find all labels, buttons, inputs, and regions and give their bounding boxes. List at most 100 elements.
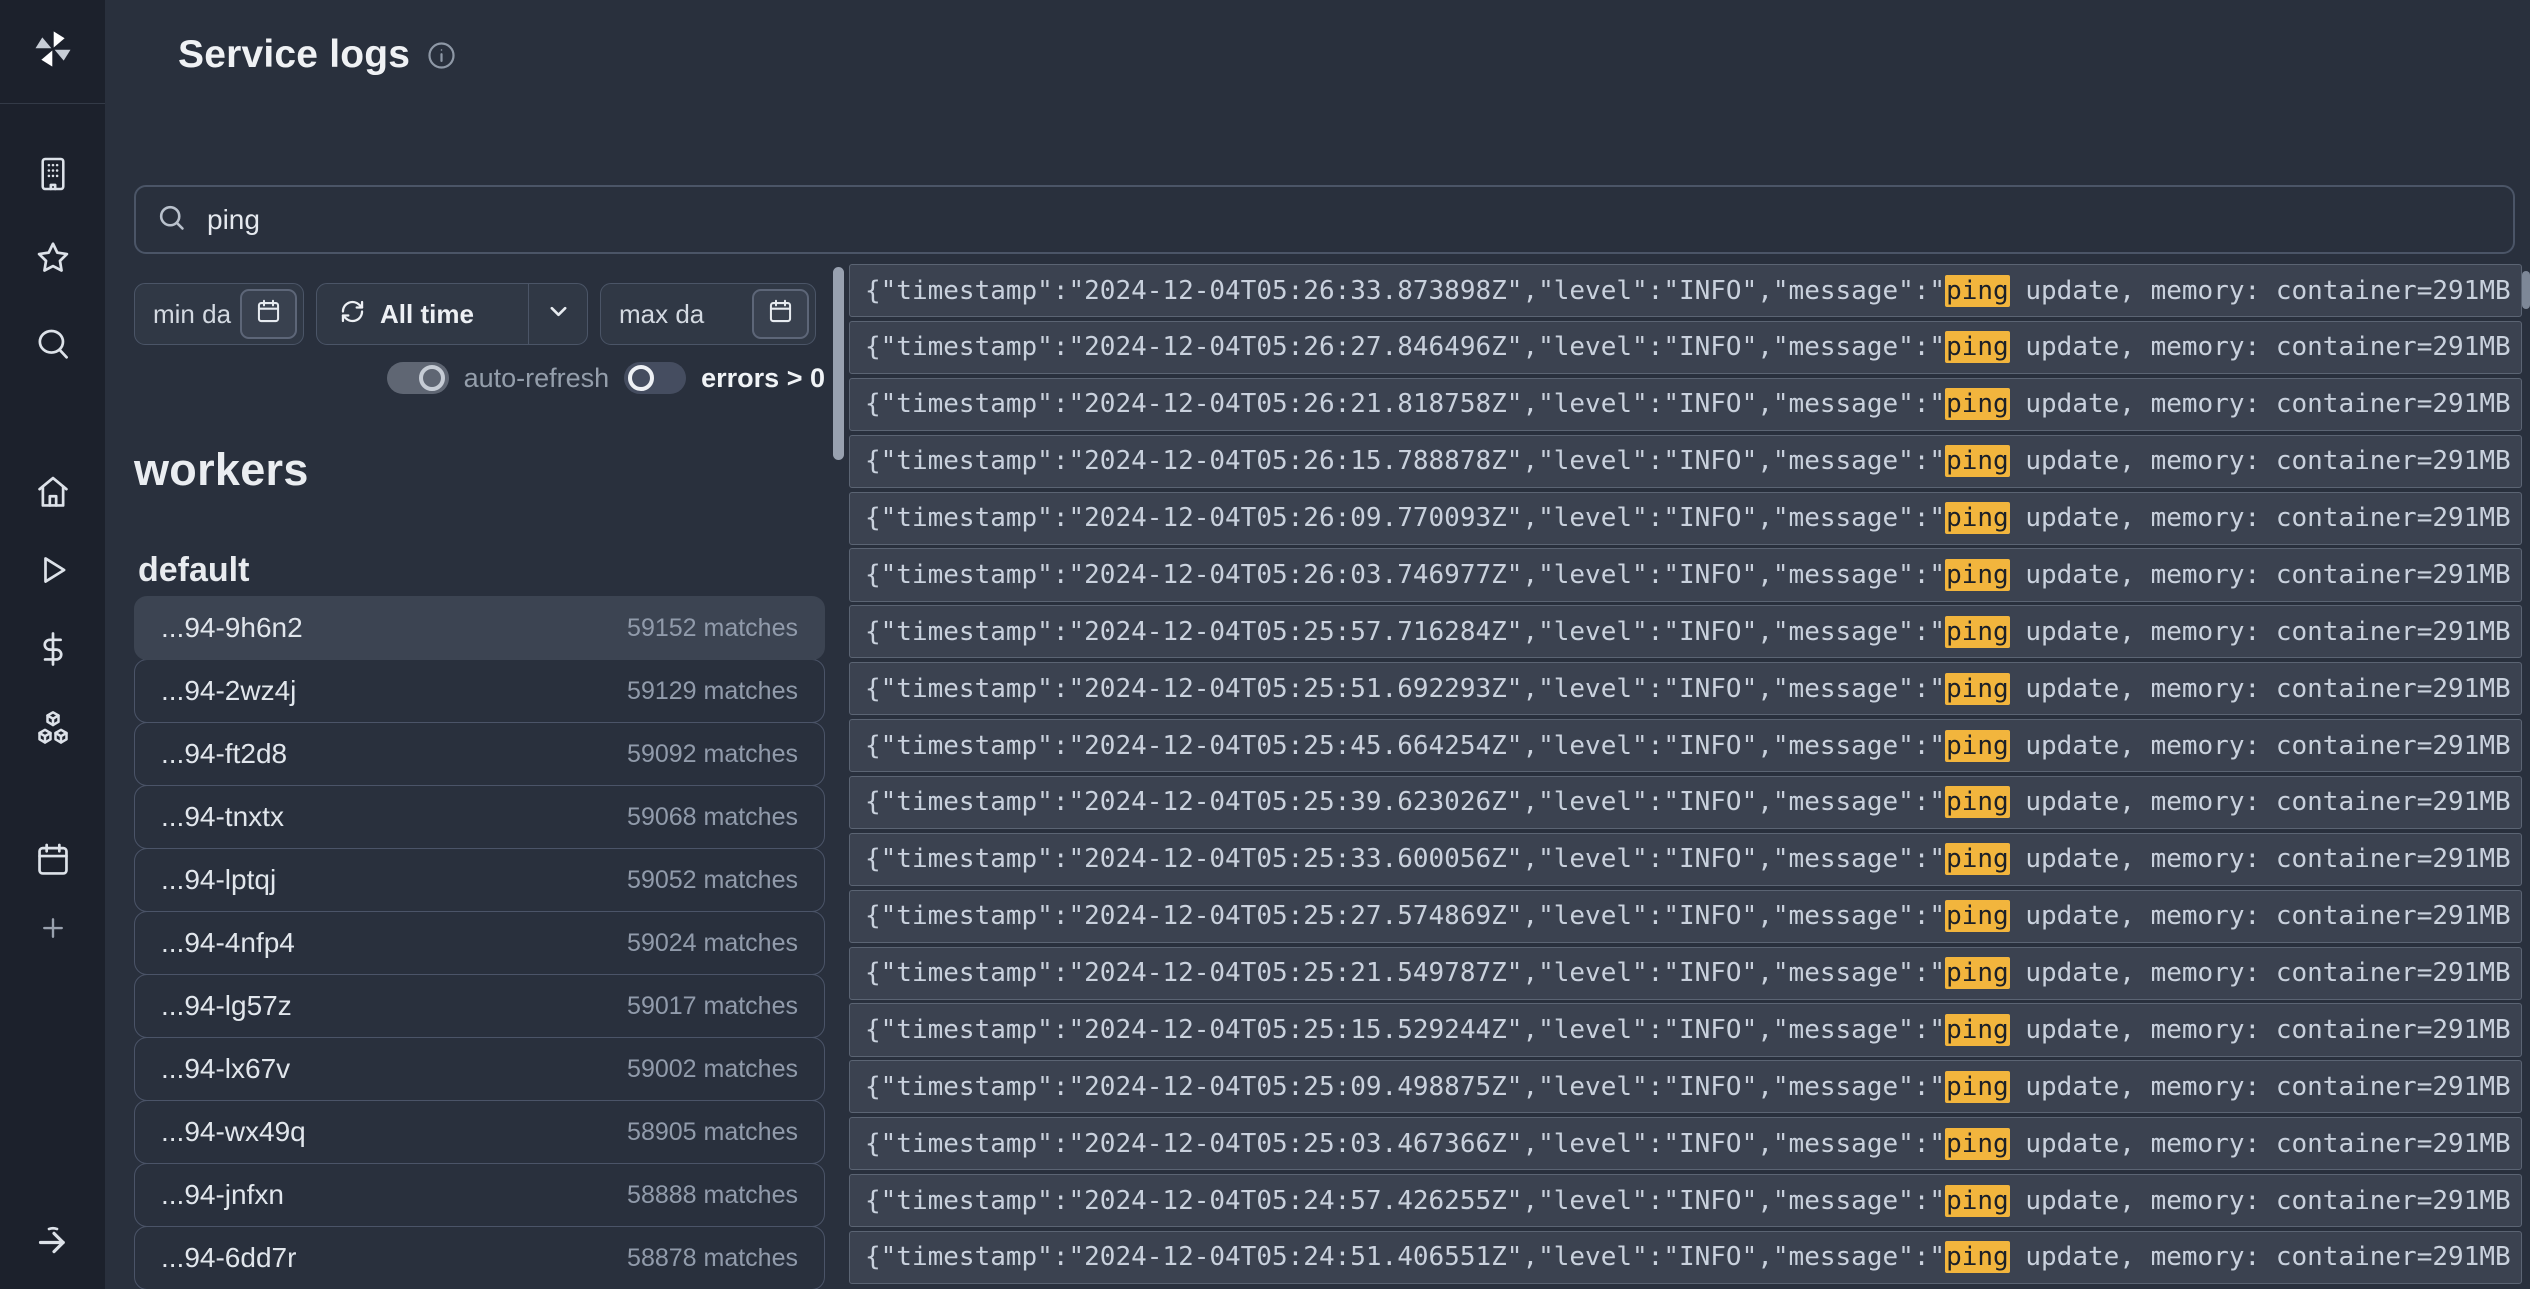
sidebar-item-runs[interactable] bbox=[35, 552, 71, 588]
log-highlight: ping bbox=[1945, 1128, 2010, 1160]
log-highlight: ping bbox=[1945, 502, 2010, 534]
log-text-pre: {"timestamp":"2024-12-04T05:25:15.529244… bbox=[865, 1015, 1945, 1045]
worker-row[interactable]: ...94-2wz4j 59129 matches bbox=[134, 659, 825, 723]
auto-refresh-toggle[interactable] bbox=[387, 362, 449, 394]
log-text-post: update, memory: container=291MB bbox=[2010, 674, 2511, 704]
log-row[interactable]: {"timestamp":"2024-12-04T05:25:03.467366… bbox=[849, 1117, 2522, 1170]
sidebar-item-schedules[interactable] bbox=[34, 841, 72, 879]
log-highlight: ping bbox=[1945, 275, 2010, 307]
log-text-pre: {"timestamp":"2024-12-04T05:26:27.846496… bbox=[865, 332, 1945, 362]
search-input[interactable] bbox=[207, 204, 2493, 236]
log-list: {"timestamp":"2024-12-04T05:26:33.873898… bbox=[849, 264, 2522, 1288]
log-text-post: update, memory: container=291MB bbox=[2010, 1186, 2511, 1216]
log-row[interactable]: {"timestamp":"2024-12-04T05:25:09.498875… bbox=[849, 1060, 2522, 1113]
log-highlight: ping bbox=[1945, 616, 2010, 648]
worker-row[interactable]: ...94-jnfxn 58888 matches bbox=[134, 1163, 825, 1227]
log-highlight: ping bbox=[1945, 730, 2010, 762]
header: Service logs bbox=[178, 33, 457, 77]
worker-row[interactable]: ...94-wx49q 58905 matches bbox=[134, 1100, 825, 1164]
toggle-knob bbox=[628, 365, 654, 391]
sidebar-logo[interactable] bbox=[0, 0, 105, 104]
log-highlight: ping bbox=[1945, 673, 2010, 705]
log-highlight: ping bbox=[1945, 1241, 2010, 1273]
log-highlight: ping bbox=[1945, 786, 2010, 818]
log-highlight: ping bbox=[1945, 1071, 2010, 1103]
worker-name: ...94-jnfxn bbox=[161, 1179, 284, 1211]
worker-row[interactable]: ...94-lptqj 59052 matches bbox=[134, 848, 825, 912]
max-date-picker[interactable]: max da bbox=[600, 283, 816, 345]
worker-row[interactable]: ...94-4nfp4 59024 matches bbox=[134, 911, 825, 975]
log-row[interactable]: {"timestamp":"2024-12-04T05:26:21.818758… bbox=[849, 378, 2522, 431]
log-highlight: ping bbox=[1945, 957, 2010, 989]
log-row[interactable]: {"timestamp":"2024-12-04T05:24:57.426255… bbox=[849, 1174, 2522, 1227]
log-text-post: update, memory: container=291MB bbox=[2010, 503, 2511, 533]
boxes-icon bbox=[33, 708, 73, 748]
log-row[interactable]: {"timestamp":"2024-12-04T05:26:03.746977… bbox=[849, 548, 2522, 601]
min-date-picker[interactable]: min da bbox=[134, 283, 304, 345]
worker-group-heading: default bbox=[138, 551, 249, 590]
log-text-post: update, memory: container=291MB bbox=[2010, 560, 2511, 590]
sidebar-item-variables[interactable] bbox=[34, 630, 72, 668]
worker-name: ...94-ft2d8 bbox=[161, 738, 287, 770]
sidebar-item-search[interactable] bbox=[34, 325, 72, 363]
log-row[interactable]: {"timestamp":"2024-12-04T05:25:15.529244… bbox=[849, 1003, 2522, 1056]
log-highlight: ping bbox=[1945, 331, 2010, 363]
info-icon[interactable] bbox=[426, 40, 457, 71]
log-text-post: update, memory: container=291MB bbox=[2010, 617, 2511, 647]
max-date-calendar-button[interactable] bbox=[752, 289, 809, 339]
log-text-pre: {"timestamp":"2024-12-04T05:25:09.498875… bbox=[865, 1072, 1945, 1102]
sidebar-item-favorites[interactable] bbox=[34, 239, 72, 277]
log-highlight: ping bbox=[1945, 1185, 2010, 1217]
sidebar-item-add[interactable] bbox=[38, 913, 68, 943]
worker-name: ...94-2wz4j bbox=[161, 675, 296, 707]
log-row[interactable]: {"timestamp":"2024-12-04T05:25:45.664254… bbox=[849, 719, 2522, 772]
worker-matches: 59052 matches bbox=[627, 866, 798, 895]
worker-row[interactable]: ...94-9h6n2 59152 matches bbox=[134, 596, 825, 660]
min-date-calendar-button[interactable] bbox=[240, 289, 297, 339]
errors-label: errors > 0 bbox=[701, 363, 825, 394]
log-row[interactable]: {"timestamp":"2024-12-04T05:25:27.574869… bbox=[849, 890, 2522, 943]
worker-row[interactable]: ...94-tnxtx 59068 matches bbox=[134, 785, 825, 849]
calendar-icon bbox=[34, 841, 72, 879]
log-text-post: update, memory: container=291MB bbox=[2010, 1015, 2511, 1045]
toggle-row: auto-refresh errors > 0 bbox=[134, 361, 825, 395]
max-date-label: max da bbox=[619, 299, 752, 330]
worker-row[interactable]: ...94-ft2d8 59092 matches bbox=[134, 722, 825, 786]
log-text-pre: {"timestamp":"2024-12-04T05:26:09.770093… bbox=[865, 503, 1945, 533]
log-text-pre: {"timestamp":"2024-12-04T05:25:57.716284… bbox=[865, 617, 1945, 647]
worker-row[interactable]: ...94-lx67v 59002 matches bbox=[134, 1037, 825, 1101]
log-row[interactable]: {"timestamp":"2024-12-04T05:26:15.788878… bbox=[849, 435, 2522, 488]
log-scrollbar[interactable] bbox=[2522, 271, 2530, 309]
log-text-pre: {"timestamp":"2024-12-04T05:25:27.574869… bbox=[865, 901, 1945, 931]
log-row[interactable]: {"timestamp":"2024-12-04T05:24:51.406551… bbox=[849, 1231, 2522, 1284]
sidebar-expand[interactable] bbox=[33, 1220, 73, 1260]
log-row[interactable]: {"timestamp":"2024-12-04T05:26:33.873898… bbox=[849, 264, 2522, 317]
worker-row[interactable]: ...94-lg57z 59017 matches bbox=[134, 974, 825, 1038]
log-highlight: ping bbox=[1945, 1014, 2010, 1046]
log-text-pre: {"timestamp":"2024-12-04T05:24:57.426255… bbox=[865, 1186, 1945, 1216]
sidebar-item-resources[interactable] bbox=[33, 708, 73, 748]
worker-name: ...94-lptqj bbox=[161, 864, 276, 896]
sidebar-item-home[interactable] bbox=[34, 473, 72, 511]
log-row[interactable]: {"timestamp":"2024-12-04T05:25:57.716284… bbox=[849, 605, 2522, 658]
log-text-pre: {"timestamp":"2024-12-04T05:26:03.746977… bbox=[865, 560, 1945, 590]
log-row[interactable]: {"timestamp":"2024-12-04T05:25:33.600056… bbox=[849, 833, 2522, 886]
log-text-post: update, memory: container=291MB bbox=[2010, 332, 2511, 362]
time-range-button[interactable]: All time bbox=[316, 283, 588, 345]
search-icon bbox=[34, 325, 72, 363]
log-row[interactable]: {"timestamp":"2024-12-04T05:26:09.770093… bbox=[849, 492, 2522, 545]
sidebar-item-workspace[interactable] bbox=[34, 155, 72, 193]
log-row[interactable]: {"timestamp":"2024-12-04T05:25:39.623026… bbox=[849, 776, 2522, 829]
time-range-dropdown[interactable] bbox=[529, 297, 587, 331]
worker-list-scrollbar[interactable] bbox=[833, 267, 844, 460]
log-text-post: update, memory: container=291MB bbox=[2010, 1129, 2511, 1159]
sidebar bbox=[0, 0, 105, 1289]
log-row[interactable]: {"timestamp":"2024-12-04T05:25:21.549787… bbox=[849, 947, 2522, 1000]
worker-matches: 59092 matches bbox=[627, 740, 798, 769]
log-text-post: update, memory: container=291MB bbox=[2010, 1072, 2511, 1102]
errors-toggle[interactable] bbox=[624, 362, 686, 394]
log-row[interactable]: {"timestamp":"2024-12-04T05:26:27.846496… bbox=[849, 321, 2522, 374]
worker-name: ...94-9h6n2 bbox=[161, 612, 303, 644]
worker-row[interactable]: ...94-6dd7r 58878 matches bbox=[134, 1226, 825, 1289]
log-row[interactable]: {"timestamp":"2024-12-04T05:25:51.692293… bbox=[849, 662, 2522, 715]
